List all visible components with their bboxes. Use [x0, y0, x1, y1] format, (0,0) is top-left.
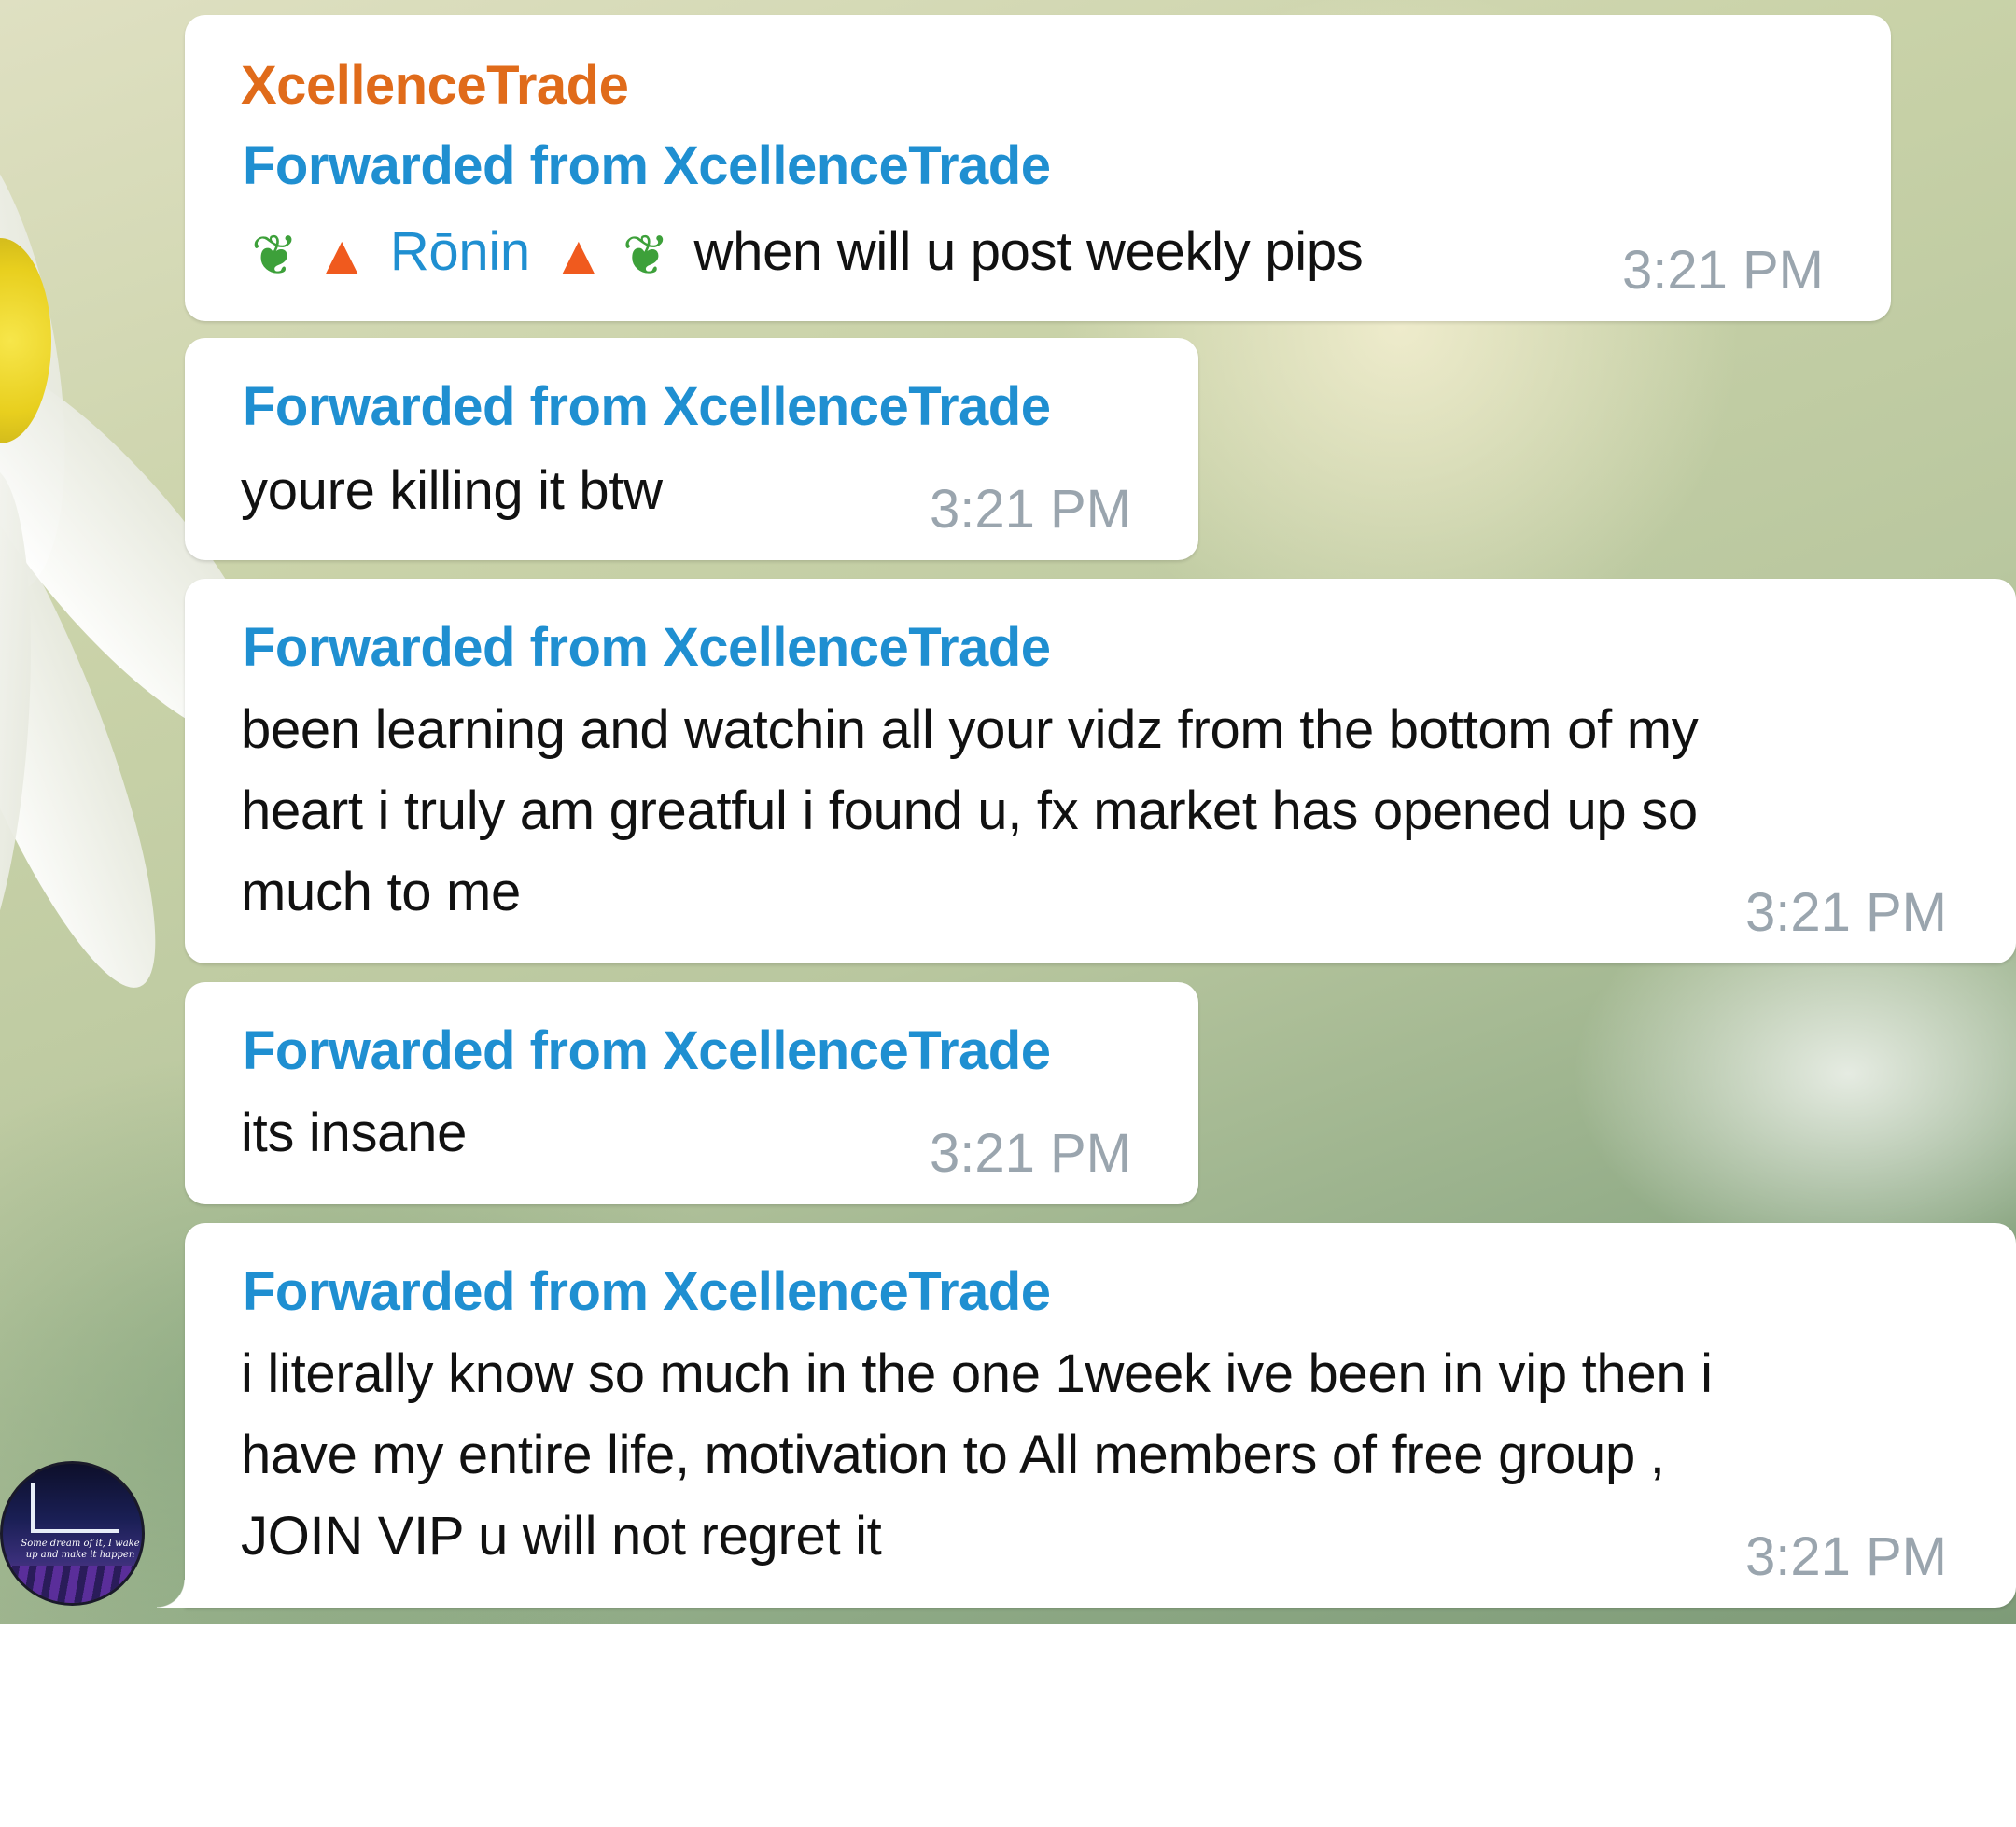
forwarded-header[interactable]: Forwarded from XcellenceTrade — [243, 1260, 1051, 1323]
sender-name[interactable]: XcellenceTrade — [241, 54, 629, 117]
forwarded-header[interactable]: Forwarded from XcellenceTrade — [243, 616, 1051, 679]
avatar-window-graphic — [31, 1483, 119, 1533]
message-line: heart i truly am greatful i found u, fx … — [241, 780, 1698, 841]
herb-icon: ❦ — [251, 224, 298, 288]
forwarded-header[interactable]: Forwarded from XcellenceTrade — [243, 1019, 1051, 1082]
message-text: ❦ ▲ Rōnin ▲ ❦ when will u post weekly pips — [241, 211, 1364, 296]
message-body: been learning and watchin all your vidz … — [241, 689, 1699, 933]
forwarded-header[interactable]: Forwarded from XcellenceTrade — [243, 375, 1051, 438]
message-line: i literally know so much in the one 1wee… — [241, 1343, 1713, 1404]
message-line: much to me — [241, 862, 521, 922]
avatar-caption: Some dream of it, I wake up and make it … — [21, 1539, 140, 1560]
message-bubble[interactable]: Forwarded from XcellenceTrade youre kill… — [185, 338, 1198, 560]
fire-icon: ▲ — [551, 224, 607, 288]
message-time: 3:21 PM — [1622, 240, 1824, 301]
message-time: 3:21 PM — [1745, 882, 1947, 943]
fire-icon: ▲ — [314, 224, 370, 288]
message-time: 3:21 PM — [1745, 1526, 1947, 1587]
message-line: have my entire life, motivation to All m… — [241, 1425, 1665, 1485]
message-bubble[interactable]: XcellenceTrade Forwarded from XcellenceT… — [185, 15, 1891, 321]
avatar-floor-graphic — [3, 1566, 142, 1603]
message-time: 3:21 PM — [930, 479, 1131, 540]
herb-icon: ❦ — [622, 224, 669, 288]
message-line: JOIN VIP u will not regret it — [241, 1506, 882, 1567]
message-bubble[interactable]: Forwarded from XcellenceTrade i literall… — [157, 1223, 2016, 1608]
message-body: its insane — [241, 1103, 468, 1163]
message-body: youre killing it btw — [241, 460, 663, 521]
message-bubble[interactable]: Forwarded from XcellenceTrade its insane… — [185, 982, 1198, 1204]
message-bubble[interactable]: Forwarded from XcellenceTrade been learn… — [185, 579, 2016, 963]
chat-background: XcellenceTrade Forwarded from XcellenceT… — [0, 0, 2016, 1624]
avatar[interactable]: Some dream of it, I wake up and make it … — [0, 1461, 145, 1606]
message-line: been learning and watchin all your vidz … — [241, 699, 1699, 760]
message-body: when will u post weekly pips — [693, 221, 1364, 282]
mention-link[interactable]: Rōnin — [390, 221, 530, 282]
forwarded-header[interactable]: Forwarded from XcellenceTrade — [243, 134, 1051, 197]
message-body: i literally know so much in the one 1wee… — [241, 1333, 1713, 1577]
message-time: 3:21 PM — [930, 1123, 1131, 1184]
